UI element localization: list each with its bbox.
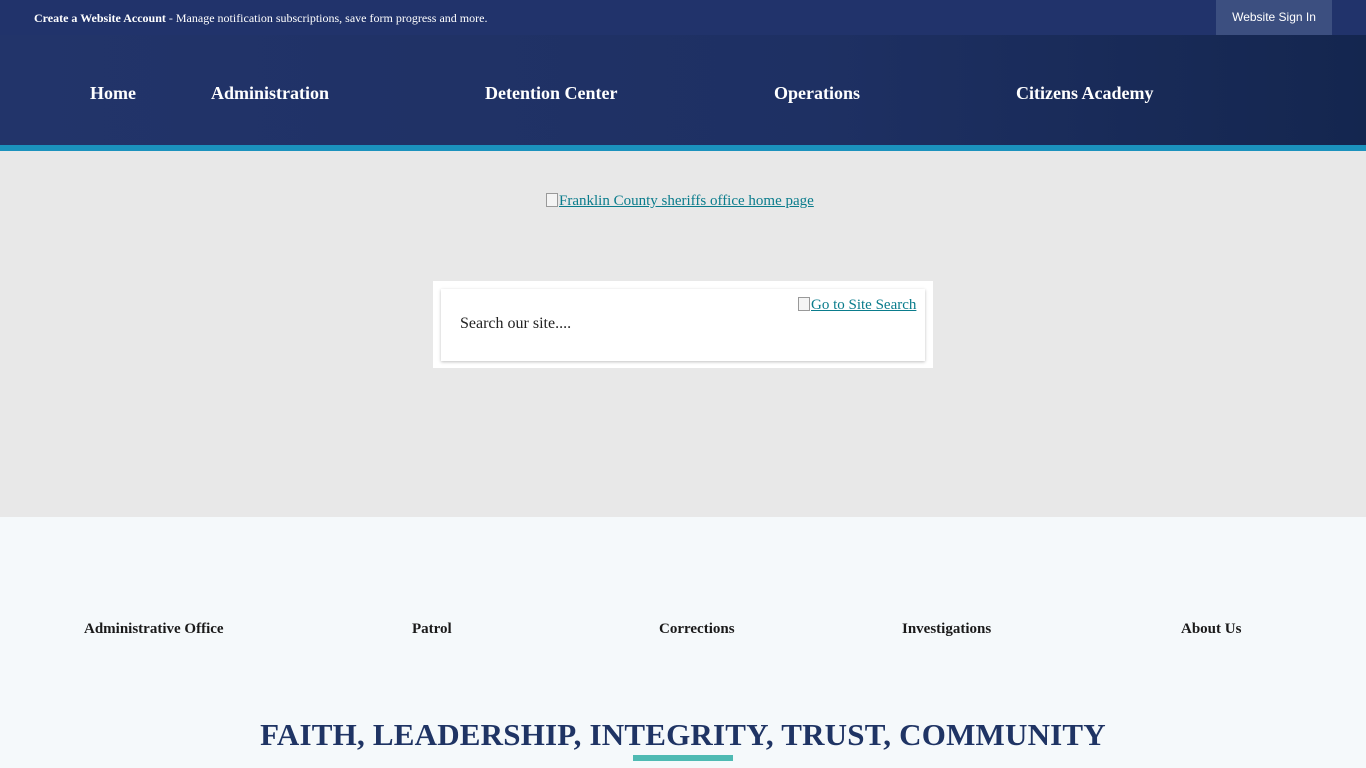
hero-section: Franklin County sheriffs office home pag… — [0, 151, 1366, 517]
nav-item-citizens-academy[interactable]: Citizens Academy — [1016, 82, 1153, 104]
top-utility-bar: Create a Website Account - Manage notifi… — [0, 0, 1366, 35]
motto-heading: FAITH, LEADERSHIP, INTEGRITY, TRUST, COM… — [260, 717, 1106, 752]
nav-item-operations[interactable]: Operations — [774, 82, 860, 104]
site-search-button[interactable]: Go to Site Search — [798, 295, 916, 315]
site-search-input[interactable] — [460, 313, 780, 335]
search-button-alt-text: Go to Site Search — [811, 297, 917, 313]
broken-image-icon — [798, 297, 810, 311]
create-account-link[interactable]: Create a Website Account — [34, 11, 166, 25]
quick-link-corrections[interactable]: Corrections — [659, 620, 735, 638]
account-message: Create a Website Account - Manage notifi… — [34, 10, 487, 26]
nav-item-administration[interactable]: Administration — [211, 82, 329, 104]
website-sign-in-button[interactable]: Website Sign In — [1216, 0, 1332, 35]
quick-link-about-us[interactable]: About Us — [1181, 620, 1241, 638]
account-message-text: - Manage notification subscriptions, sav… — [165, 11, 488, 25]
search-box: Go to Site Search — [441, 289, 925, 361]
logo-alt-text: Franklin County sheriffs office home pag… — [559, 193, 814, 209]
nav-item-home[interactable]: Home — [90, 82, 136, 104]
home-logo-link[interactable]: Franklin County sheriffs office home pag… — [546, 191, 814, 211]
main-navigation: Home Administration Detention Center Ope… — [0, 35, 1366, 145]
motto-underline — [633, 755, 733, 761]
quick-link-administrative-office[interactable]: Administrative Office — [84, 620, 224, 638]
nav-item-detention-center[interactable]: Detention Center — [485, 82, 617, 104]
search-box-frame: Go to Site Search — [433, 281, 933, 368]
quick-link-investigations[interactable]: Investigations — [902, 620, 991, 638]
broken-image-icon — [546, 193, 558, 207]
quick-link-patrol[interactable]: Patrol — [412, 620, 452, 638]
